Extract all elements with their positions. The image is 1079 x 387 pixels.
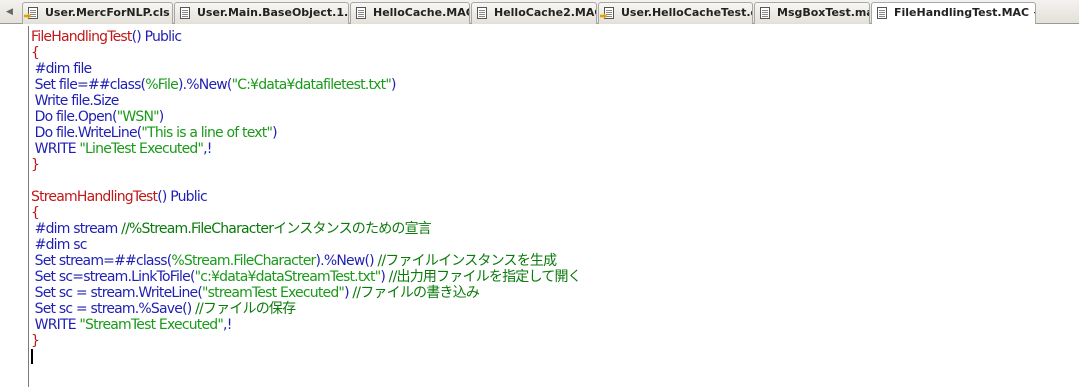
tab-label: User.HelloCacheTest.cls bbox=[621, 6, 753, 19]
code-line: Set file=##class(%File).%New("C:¥data¥da… bbox=[31, 77, 397, 93]
code-line: WRITE "LineTest Executed",! bbox=[31, 141, 213, 157]
tab-filehandlingtest[interactable]: FileHandlingTest.MAC + bbox=[871, 2, 1036, 25]
editor-tab-bar: ◀ User.MercForNLP.cls User.Main.BaseObje… bbox=[0, 0, 1079, 25]
code-line: Set sc = stream.WriteLine("streamTest Ex… bbox=[31, 285, 480, 301]
document-icon bbox=[24, 7, 38, 19]
code-line: Write file.Size bbox=[31, 93, 120, 109]
code-line: WRITE "StreamTest Executed",! bbox=[31, 317, 233, 333]
code-text[interactable]: FileHandlingTest() Public { #dim file Se… bbox=[31, 29, 582, 365]
document-icon bbox=[760, 7, 770, 19]
tab-label: MsgBoxTest.mac bbox=[777, 6, 870, 19]
document-icon bbox=[477, 7, 487, 19]
text-cursor bbox=[31, 349, 33, 364]
tab-label: HelloCache2.MAC bbox=[494, 6, 597, 19]
tab-hellocache[interactable]: HelloCache.MAC bbox=[350, 2, 470, 24]
tab-msgboxtest[interactable]: MsgBoxTest.mac bbox=[754, 2, 870, 24]
code-line-cursor bbox=[31, 349, 581, 365]
editor-margin-line bbox=[28, 26, 29, 387]
code-line: { bbox=[31, 205, 40, 221]
tab-hellocache2[interactable]: HelloCache2.MAC bbox=[471, 2, 597, 24]
tab-scroll-left-icon[interactable]: ◀ bbox=[6, 6, 20, 18]
document-icon bbox=[356, 7, 366, 19]
code-line: } bbox=[31, 157, 40, 173]
code-editor[interactable]: FileHandlingTest() Public { #dim file Se… bbox=[0, 24, 1079, 387]
document-icon bbox=[180, 7, 190, 19]
code-line: Do file.WriteLine("This is a line of tex… bbox=[31, 125, 278, 141]
code-line: FileHandlingTest() Public bbox=[31, 29, 182, 45]
tab-label: HelloCache.MAC bbox=[373, 6, 470, 19]
code-line: } bbox=[31, 333, 40, 349]
code-line: #dim stream //%Stream.FileCharacterインスタン… bbox=[31, 221, 432, 237]
tab-user-main-baseobject[interactable]: User.Main.BaseObject.1.int bbox=[174, 2, 349, 24]
tab-label: User.MercForNLP.cls bbox=[45, 6, 170, 19]
code-line: StreamHandlingTest() Public bbox=[31, 189, 208, 205]
tab-user-hellocachetest[interactable]: User.HelloCacheTest.cls bbox=[598, 2, 753, 24]
code-line: Set stream=##class(%Stream.FileCharacter… bbox=[31, 253, 557, 269]
code-line: { bbox=[31, 45, 40, 61]
tab-label: User.Main.BaseObject.1.int bbox=[197, 6, 349, 19]
code-line: #dim sc bbox=[31, 237, 88, 253]
code-line: Set sc=stream.LinkToFile("c:¥data¥dataSt… bbox=[31, 269, 582, 285]
code-line: Do file.Open("WSN") bbox=[31, 109, 165, 125]
document-icon bbox=[877, 7, 887, 19]
document-icon bbox=[600, 7, 614, 19]
code-line: Set sc = stream.%Save() //ファイルの保存 bbox=[31, 301, 296, 317]
tab-user-mercfornlp[interactable]: User.MercForNLP.cls bbox=[22, 2, 173, 24]
tab-label: FileHandlingTest.MAC + bbox=[894, 6, 1036, 19]
code-line: #dim file bbox=[31, 61, 93, 77]
